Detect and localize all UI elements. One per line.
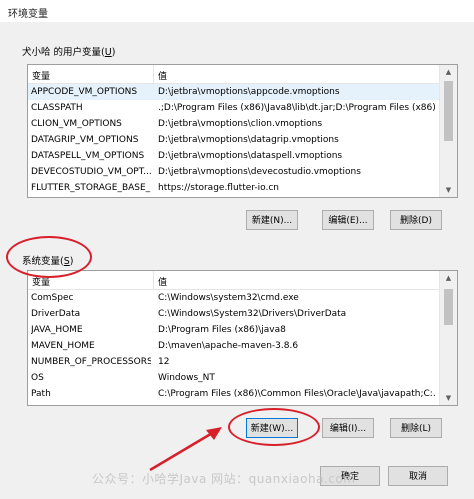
watermark: 公众号：小哈学Java 网站：quanxiaoha.com xyxy=(92,472,356,486)
annotation-arrow-icon xyxy=(149,427,222,472)
